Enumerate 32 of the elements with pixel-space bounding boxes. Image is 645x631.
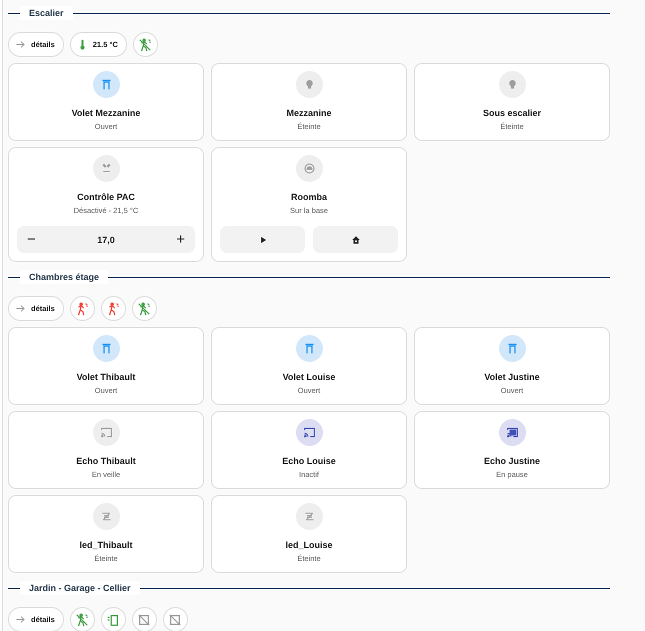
decrease-button[interactable]: −: [23, 231, 40, 248]
arrow-icon: [15, 614, 26, 625]
device-name: Volet Mezzanine: [72, 108, 140, 119]
window-chip[interactable]: [132, 607, 157, 631]
device-name: Echo Louise: [282, 456, 336, 467]
arrow-icon: [15, 39, 26, 50]
device-name: Volet Justine: [484, 372, 540, 383]
device-name: led_Thibault: [79, 540, 132, 551]
section-title: Chambres étage: [20, 270, 108, 284]
section-title: Jardin - Garage - Cellier: [20, 581, 140, 595]
device-name: led_Louise: [285, 540, 332, 551]
home-icon: [350, 234, 360, 244]
increase-button[interactable]: +: [172, 231, 189, 248]
device-name: Contrôle PAC: [77, 192, 135, 203]
motion-sensor-chip[interactable]: [132, 32, 158, 57]
motion-sensor-chip[interactable]: [70, 296, 95, 321]
window-chip[interactable]: [162, 607, 188, 631]
motion-sensor-chip[interactable]: [132, 296, 157, 321]
device-name: Echo Thibault: [76, 456, 136, 467]
device-name: Sous escalier: [482, 108, 542, 119]
temperature-stepper[interactable]: − 17,0 +: [17, 226, 195, 253]
motion-sensor-chip[interactable]: [70, 607, 95, 631]
motion-sensor-chip[interactable]: [100, 296, 126, 321]
section-title: Escalier: [20, 6, 73, 20]
setpoint-value: 17,0: [97, 234, 115, 244]
device-name: Volet Thibault: [76, 372, 136, 383]
device-name: Echo Justine: [484, 456, 540, 467]
device-name: Roomba: [291, 192, 327, 203]
device-name: Volet Louise: [282, 372, 336, 383]
arrow-icon: [15, 303, 26, 314]
door-chip[interactable]: [100, 607, 126, 631]
device-name: Mezzanine: [286, 108, 332, 119]
